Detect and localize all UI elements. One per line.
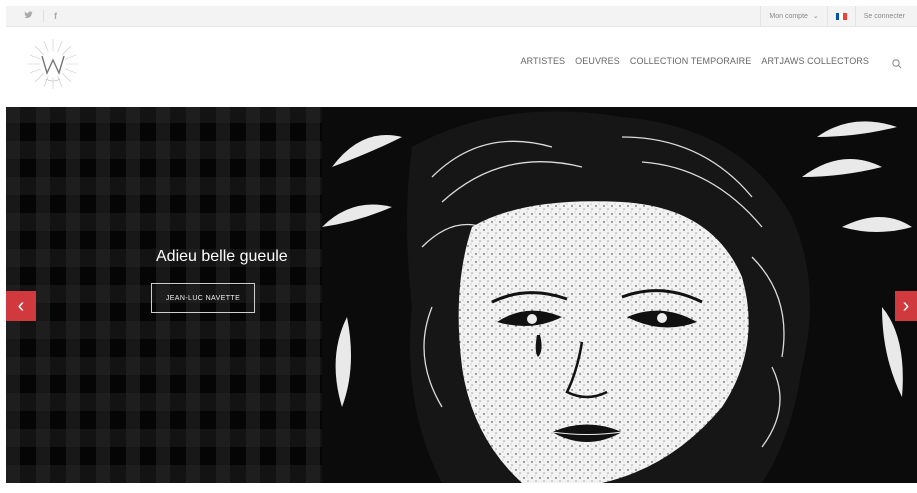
nav-item-artjaws-collectors[interactable]: ARTJAWS COLLECTORS [761,56,869,66]
site-logo[interactable] [24,35,82,93]
chevron-down-icon: ⌄ [812,13,819,20]
account-menu[interactable]: Mon compte ⌄ [769,12,818,20]
divider [854,6,856,26]
artist-button[interactable]: JEAN-LUC NAVETTE [151,283,255,313]
slider-next-button[interactable]: › [895,291,917,321]
login-link[interactable]: Se connecter [864,13,905,20]
facebook-icon[interactable]: f [54,11,57,21]
divider [826,6,828,26]
slide-title: Adieu belle gueule [156,248,288,265]
chevron-right-icon: › [902,295,910,317]
nav-item-oeuvres[interactable]: OEUVRES [575,56,620,66]
account-label: Mon compte [769,13,808,20]
twitter-icon[interactable] [24,11,33,21]
hero-slider: Adieu belle gueule JEAN-LUC NAVETTE ‹ › [6,107,917,483]
artwork-image [322,107,917,483]
page-bottom-strip [6,483,917,493]
search-icon[interactable] [887,54,907,74]
site-header: ARTISTES OEUVRES COLLECTION TEMPORAIRE A… [6,27,917,107]
utility-bar: f Mon compte ⌄ Se connecter [6,6,917,27]
slider-prev-button[interactable]: ‹ [6,291,36,321]
account-area: Mon compte ⌄ Se connecter [760,6,905,26]
divider [760,6,762,26]
french-flag-icon[interactable] [835,12,847,20]
main-nav: ARTISTES OEUVRES COLLECTION TEMPORAIRE A… [521,56,870,66]
nav-item-artistes[interactable]: ARTISTES [521,56,566,66]
social-links: f [24,6,57,26]
nav-item-collection-temporaire[interactable]: COLLECTION TEMPORAIRE [630,56,751,66]
divider [43,10,44,22]
chevron-left-icon: ‹ [17,295,25,317]
